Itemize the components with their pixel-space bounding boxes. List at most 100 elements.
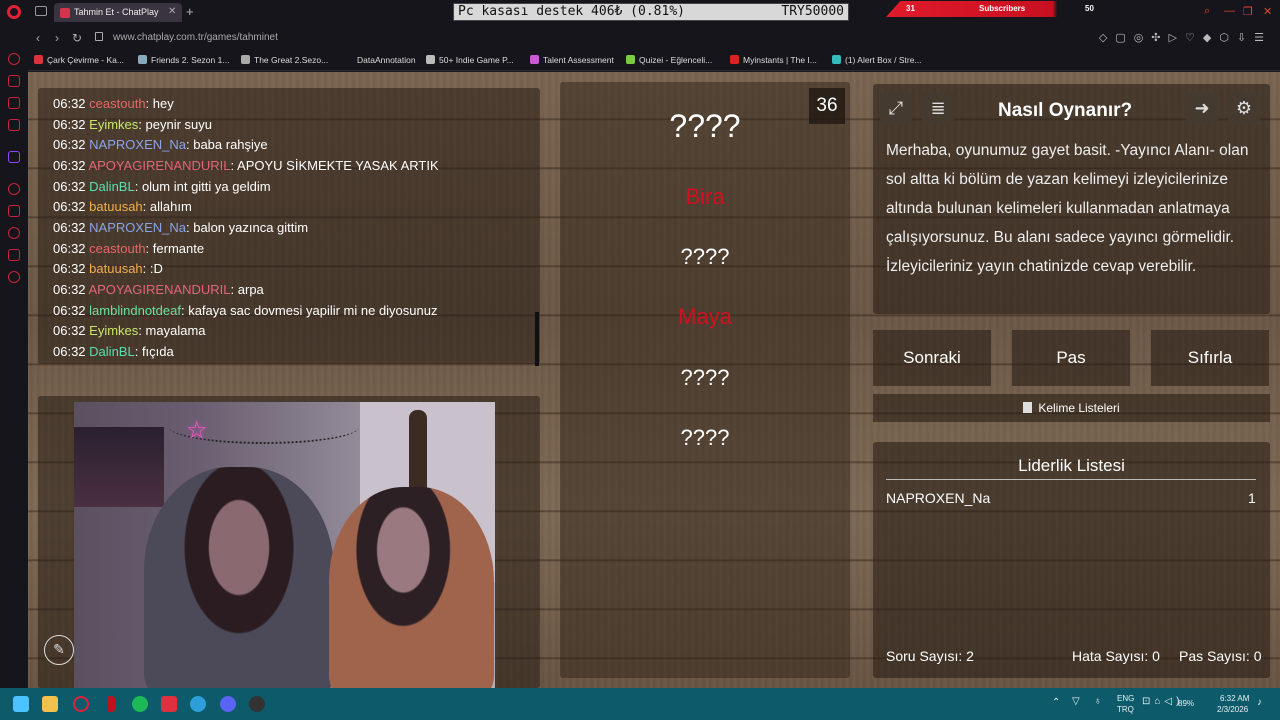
subs-goal: 50 (1085, 4, 1094, 13)
leaderboard-title: Liderlik Listesi (1018, 456, 1125, 475)
target-word: ???? (669, 108, 741, 144)
document-icon (1023, 402, 1033, 413)
chevron-up-icon[interactable]: ⌃ (1052, 697, 1060, 708)
chat-scrollbar[interactable] (535, 312, 539, 366)
minimize-icon[interactable]: — (1224, 5, 1235, 17)
chat-username: lamblindnotdeaf (89, 303, 181, 318)
ticker-goal: TRY50000 (781, 4, 844, 19)
bag-icon[interactable] (8, 75, 20, 87)
windows-taskbar: ⌃ ▽ ♁ ENG TRQ ⊡⌂◁) 89% 6:32 AM 2/3/2026 … (0, 688, 1280, 720)
edit-pen-icon[interactable]: ✎ (44, 635, 74, 665)
url-field[interactable]: www.chatplay.com.tr/games/tahminet (113, 32, 278, 43)
how-to-play-title: Nasıl Oynanır? (998, 100, 1133, 121)
reset-button[interactable]: Sıfırla (1151, 330, 1269, 386)
bookmark-favicon-icon (832, 55, 841, 64)
opera-logo-icon[interactable] (7, 5, 21, 19)
bookmark-favicon-icon (730, 55, 739, 64)
close-window-icon[interactable]: ✕ (1263, 5, 1272, 18)
chat-username: APOYAGIRENANDURIL (88, 282, 231, 297)
bookmark-favicon-icon (241, 55, 250, 64)
leaderboard-divider (886, 479, 1256, 480)
new-tab-icon[interactable]: + (186, 4, 194, 19)
leaderboard-panel (873, 442, 1270, 678)
bookmark-item[interactable]: Talent Assessment (530, 55, 614, 65)
search-tabs-icon[interactable]: ⌕ (1204, 5, 1210, 18)
reload-icon[interactable]: ↻ (72, 31, 82, 45)
bookmark-favicon-icon (138, 55, 147, 64)
notes-icon[interactable]: ≣ (922, 92, 954, 124)
exit-icon[interactable]: ➜ (1186, 92, 1218, 124)
chat-message: 06:32 DalinBL: fıçıda (53, 344, 174, 359)
clock-time[interactable]: 6:32 AM (1220, 694, 1249, 703)
leaderboard-score: 1 (1248, 490, 1256, 506)
chat-message: 06:32 ceastouth: hey (53, 96, 174, 111)
chat-message: 06:32 Eyimkes: mayalama (53, 323, 206, 338)
bookmark-item[interactable]: Myinstants | The I... (730, 55, 817, 65)
pass-count: Pas Sayısı: 0 (1179, 648, 1262, 664)
tab-grid-icon[interactable] (35, 6, 47, 16)
bookmark-item[interactable]: Quizei - Eğlenceli... (626, 55, 712, 65)
leaderboard-name: NAPROXEN_Na (886, 490, 991, 506)
word-lists-button[interactable]: Kelime Listeleri (873, 394, 1270, 422)
bookmark-item[interactable]: (1) Alert Box / Stre... (832, 55, 922, 65)
wallet-icon[interactable] (8, 97, 20, 109)
microphone-icon[interactable]: ♁ (1094, 696, 1102, 707)
discord-icon[interactable] (220, 696, 236, 712)
app-taskbar-icon[interactable] (107, 696, 115, 712)
chat-username: ceastouth (89, 241, 146, 256)
tab-close-icon[interactable]: ✕ (168, 6, 176, 17)
bookmark-favicon-icon (426, 55, 435, 64)
flow-icon[interactable] (8, 205, 20, 217)
chat-username: ceastouth (89, 96, 146, 111)
file-explorer-icon[interactable] (42, 696, 58, 712)
tab-chatplay[interactable]: Tahmin Et - ChatPlay (54, 3, 182, 22)
subs-current: 31 (906, 4, 915, 13)
edge-icon[interactable] (190, 696, 206, 712)
network-icon[interactable]: ▽ (1072, 696, 1080, 707)
language-bottom[interactable]: TRQ (1117, 705, 1134, 714)
fullscreen-icon[interactable]: ⤢ (880, 92, 912, 124)
bookmark-item[interactable]: Çark Çevirme - Ka... (34, 55, 124, 65)
pass-button[interactable]: Pas (1012, 330, 1130, 386)
windows-start-icon[interactable] (13, 696, 29, 712)
bookmark-item[interactable]: Friends 2. Sezon 1... (138, 55, 229, 65)
star-icon: ☆ (186, 417, 208, 444)
bookmark-item[interactable]: The Great 2.Sezo... (241, 55, 328, 65)
bookmark-item[interactable]: DataAnnotation (344, 55, 416, 65)
obs-icon[interactable] (249, 696, 265, 712)
bookmark-favicon-icon (344, 55, 353, 64)
history-icon[interactable] (8, 227, 20, 239)
tab-title: Tahmin Et - ChatPlay (74, 7, 159, 17)
battery-level[interactable]: 89% (1178, 699, 1194, 708)
forbidden-word: ???? (680, 365, 730, 390)
extensions-icon[interactable] (8, 249, 20, 261)
extension-icons[interactable]: ◇▢◎✣▷♡◆⬡⇩☰ (1099, 31, 1272, 44)
chat-username: DalinBL (89, 344, 135, 359)
notification-bell-icon[interactable]: ♪ (1257, 697, 1262, 708)
opera-taskbar-icon[interactable] (73, 696, 89, 712)
gear-icon[interactable]: ⚙ (1228, 92, 1260, 124)
chat-username: APOYAGIRENANDURIL (88, 158, 231, 173)
spotify-icon[interactable] (132, 696, 148, 712)
forward-icon[interactable]: › (55, 31, 59, 45)
webcam-poster (74, 427, 164, 507)
clock-date[interactable]: 2/3/2026 (1217, 705, 1248, 714)
news-icon[interactable] (8, 119, 20, 131)
lock-icon (95, 32, 103, 41)
chat-message: 06:32 NAPROXEN_Na: baba rahşiye (53, 137, 268, 152)
bookmark-item[interactable]: 50+ Indie Game P... (426, 55, 514, 65)
forbidden-word: Bira (685, 184, 725, 209)
messenger-icon[interactable] (8, 53, 20, 65)
webcam-feed: ☆ (74, 402, 495, 688)
error-count: Hata Sayısı: 0 (1072, 648, 1160, 664)
chat-message: 06:32 NAPROXEN_Na: balon yazınca gittim (53, 220, 309, 235)
maximize-icon[interactable]: ❐ (1243, 5, 1253, 18)
player-icon[interactable] (8, 183, 20, 195)
language-top[interactable]: ENG (1117, 694, 1134, 703)
media-taskbar-icon[interactable] (161, 696, 177, 712)
twitch-icon[interactable] (8, 151, 20, 163)
browser-tab-bar: Tahmin Et - ChatPlay ✕ + Pc kasası deste… (0, 0, 1280, 25)
settings-icon[interactable] (8, 271, 20, 283)
next-button[interactable]: Sonraki (873, 330, 991, 386)
back-icon[interactable]: ‹ (36, 31, 40, 45)
